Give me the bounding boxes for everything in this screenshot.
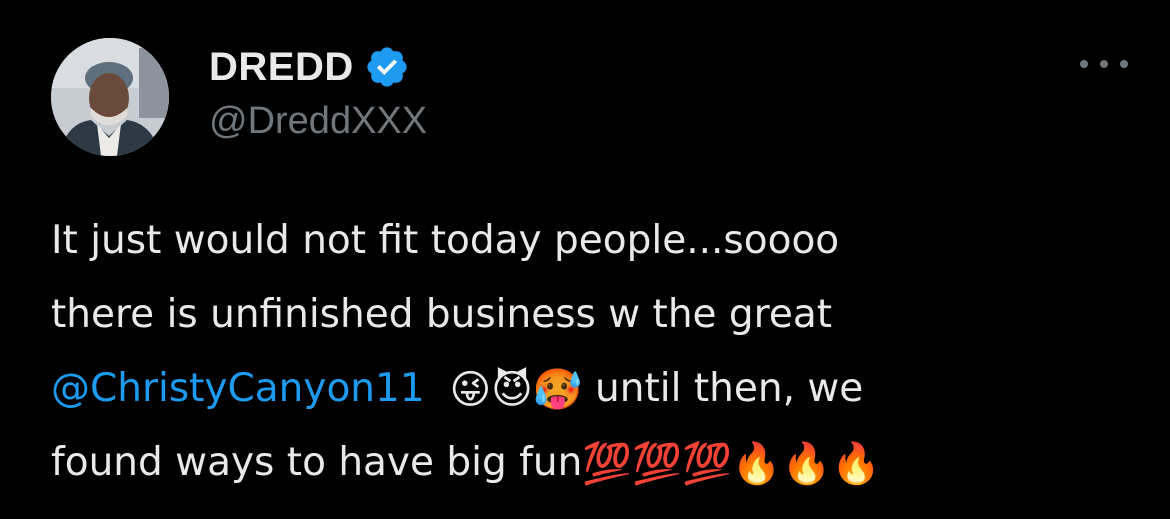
emoji-group: 😜😈🥵	[449, 367, 583, 413]
tweet-line-text: until then, we	[582, 366, 864, 411]
avatar-image	[51, 38, 169, 156]
avatar[interactable]	[51, 38, 169, 156]
tweet-text: It just would not fit today people...soo…	[51, 204, 1141, 500]
tweet-line: It just would not fit today people...soo…	[51, 218, 840, 263]
tweet: DREDD @DreddXXX It just would not fit to…	[0, 0, 1170, 519]
more-dot	[1120, 60, 1128, 68]
mention-link[interactable]: @ChristyCanyon11	[51, 366, 425, 411]
tweet-line: @ChristyCanyon11 😜😈🥵 until then, we	[51, 352, 1141, 426]
verified-badge-icon[interactable]	[364, 44, 410, 90]
author-info: DREDD @DreddXXX	[209, 40, 427, 143]
tweet-line: there is unfinished business w the great	[51, 292, 833, 337]
name-row: DREDD	[209, 40, 427, 94]
more-dot	[1100, 60, 1108, 68]
tweet-line-text: found ways to have big fun	[51, 440, 583, 485]
display-name[interactable]: DREDD	[209, 45, 354, 90]
tweet-line: found ways to have big fun💯💯💯🔥🔥🔥	[51, 426, 1141, 500]
emoji-group: 💯💯💯🔥🔥🔥	[582, 441, 882, 487]
more-options-icon[interactable]	[1080, 52, 1128, 76]
user-handle[interactable]: @DreddXXX	[209, 100, 427, 143]
more-dot	[1080, 60, 1088, 68]
